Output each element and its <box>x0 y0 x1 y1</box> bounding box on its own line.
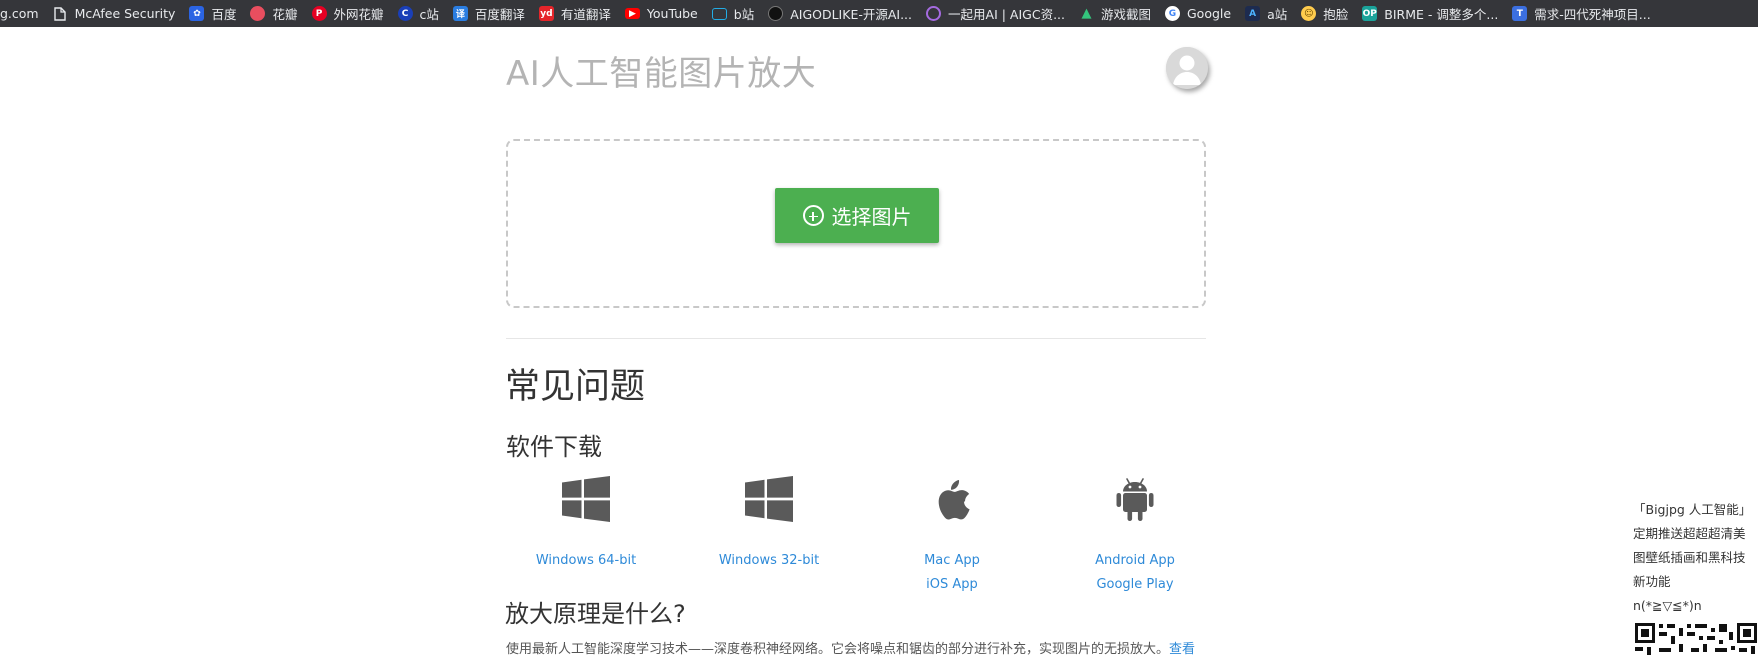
bookmark-label: 一起用AI | AIGC资... <box>948 7 1065 22</box>
android-app-link[interactable]: Android App <box>1055 549 1215 573</box>
windows-64-link[interactable]: Windows 64-bit <box>506 549 666 573</box>
bookmark-item[interactable]: AIGODLIKE-开源AI... <box>763 0 921 27</box>
bookmark-item[interactable]: g.com <box>0 0 48 27</box>
bookmark-label: g.com <box>0 6 39 21</box>
mac-app-link[interactable]: Mac App <box>872 549 1032 573</box>
bookmark-label: c站 <box>419 7 439 22</box>
bookmark-item[interactable]: G Google <box>1160 0 1240 27</box>
bookmark-item[interactable]: 一起用AI | AIGC资... <box>921 0 1074 27</box>
tapd-icon: T <box>1512 6 1528 21</box>
promo-line: n(*≧▽≦*)n <box>1633 598 1702 613</box>
apple-icon[interactable] <box>872 476 1032 528</box>
pinterest-icon: P <box>311 6 327 21</box>
bookmark-item[interactable]: b站 <box>707 0 763 27</box>
download-windows-32: Windows 32-bit <box>689 476 849 573</box>
bookmark-item[interactable]: 花瓣 <box>245 0 306 27</box>
youtube-icon: ▶ <box>624 8 640 19</box>
bookmark-label: 百度翻译 <box>474 7 525 22</box>
a-icon: A <box>1245 6 1261 21</box>
download-android: Android App Google Play <box>1055 476 1215 597</box>
bookmark-item[interactable]: 译百度翻译 <box>448 0 534 27</box>
user-icon <box>1166 47 1208 89</box>
faq-title: 常见问题 <box>505 367 646 407</box>
c-icon: C <box>397 6 413 21</box>
windows-icon[interactable] <box>506 476 666 528</box>
windows-32-link[interactable]: Windows 32-bit <box>689 549 849 573</box>
huaban-icon <box>250 6 266 21</box>
bookmark-label: b站 <box>733 7 755 22</box>
bookmark-label: YouTube <box>646 6 698 21</box>
huggingface-icon: ☺ <box>1301 6 1317 21</box>
google-play-link[interactable]: Google Play <box>1055 573 1215 597</box>
bookmark-item[interactable]: ☺ 抱脸 <box>1296 0 1357 27</box>
downloads-title: 软件下载 <box>506 433 602 461</box>
promo-line: 定期推送超超超清美 <box>1633 526 1746 541</box>
principle-text: 使用最新人工智能深度学习技术——深度卷积神经网络。它会将噪点和锯齿的部分进行补充… <box>506 638 1195 657</box>
bookmark-item[interactable]: Cc站 <box>393 0 448 27</box>
bookmark-label: 抱脸 <box>1323 7 1349 22</box>
game-icon: ▲ <box>1081 6 1092 21</box>
wechat-promo: 「Bigjpg 人工智能」 定期推送超超超清美 图壁纸插画和黑科技 新功能 n(… <box>1633 498 1758 618</box>
add-circle-icon <box>802 205 824 226</box>
page-icon <box>53 6 68 21</box>
qr-code <box>1634 622 1758 657</box>
bookmark-label: 游戏截图 <box>1100 7 1151 22</box>
translate-icon: 译 <box>452 6 468 21</box>
divider <box>506 338 1206 339</box>
principle-more-link[interactable]: 查看 <box>1169 642 1195 657</box>
aigodlike-icon <box>768 6 784 21</box>
baidu-icon: ✿ <box>189 6 205 21</box>
bookmark-item[interactable]: ✿ 百度 <box>184 0 245 27</box>
bookmark-label: 百度 <box>211 7 237 22</box>
avatar[interactable] <box>1166 47 1208 89</box>
bookmark-item[interactable]: ▲ 游戏截图 <box>1074 0 1160 27</box>
bilibili-icon <box>711 7 727 20</box>
ios-app-link[interactable]: iOS App <box>872 573 1032 597</box>
bookmark-label: BIRME - 调整多个... <box>1384 7 1499 22</box>
bookmark-label: 花瓣 <box>272 7 298 22</box>
bookmark-label: Google <box>1187 6 1232 21</box>
select-image-button[interactable]: 选择图片 <box>775 188 939 243</box>
aigc-icon <box>926 6 942 21</box>
youdao-icon: yd <box>538 6 554 21</box>
principle-body: 使用最新人工智能深度学习技术——深度卷积神经网络。它会将噪点和锯齿的部分进行补充… <box>506 642 1170 657</box>
op-icon: OP <box>1362 6 1378 21</box>
promo-line: 新功能 <box>1633 574 1671 589</box>
bookmark-item[interactable]: McAfee Security <box>48 0 185 27</box>
bookmark-item[interactable]: yd 有道翻译 <box>534 0 620 27</box>
bookmark-label: 外网花瓣 <box>333 7 384 22</box>
bookmark-label: 有道翻译 <box>560 7 611 22</box>
bookmark-item[interactable]: P 外网花瓣 <box>307 0 393 27</box>
downloads-grid: Windows 64-bit Windows 32-bit Mac App iO… <box>506 476 1236 592</box>
download-apple: Mac App iOS App <box>872 476 1032 597</box>
windows-icon[interactable] <box>689 476 849 528</box>
bookmark-label: a站 <box>1267 7 1288 22</box>
bookmark-label: McAfee Security <box>74 6 176 21</box>
bookmark-label: 需求-四代死神项目... <box>1534 7 1651 22</box>
bookmarks-bar: g.com McAfee Security ✿ 百度 花瓣 P 外网花瓣 Cc站 译… <box>0 0 1758 27</box>
principle-title: 放大原理是什么? <box>505 600 686 628</box>
upload-dropzone[interactable]: 选择图片 <box>506 139 1206 308</box>
promo-line: 图壁纸插画和黑科技 <box>1633 550 1746 565</box>
bookmark-label: AIGODLIKE-开源AI... <box>790 7 913 22</box>
android-icon[interactable] <box>1055 476 1215 528</box>
google-icon: G <box>1165 6 1180 21</box>
promo-line: 「Bigjpg 人工智能」 <box>1633 502 1752 517</box>
page-title[interactable]: AI人工智能图片放大 <box>506 46 816 95</box>
bookmark-item[interactable]: T 需求-四代死神项目... <box>1507 0 1659 27</box>
bookmark-item[interactable]: Aa站 <box>1240 0 1296 27</box>
download-windows-64: Windows 64-bit <box>506 476 666 573</box>
bookmark-item[interactable]: ▶ YouTube <box>620 0 707 27</box>
bookmark-item[interactable]: OP BIRME - 调整多个... <box>1357 0 1507 27</box>
select-image-label: 选择图片 <box>831 205 912 229</box>
